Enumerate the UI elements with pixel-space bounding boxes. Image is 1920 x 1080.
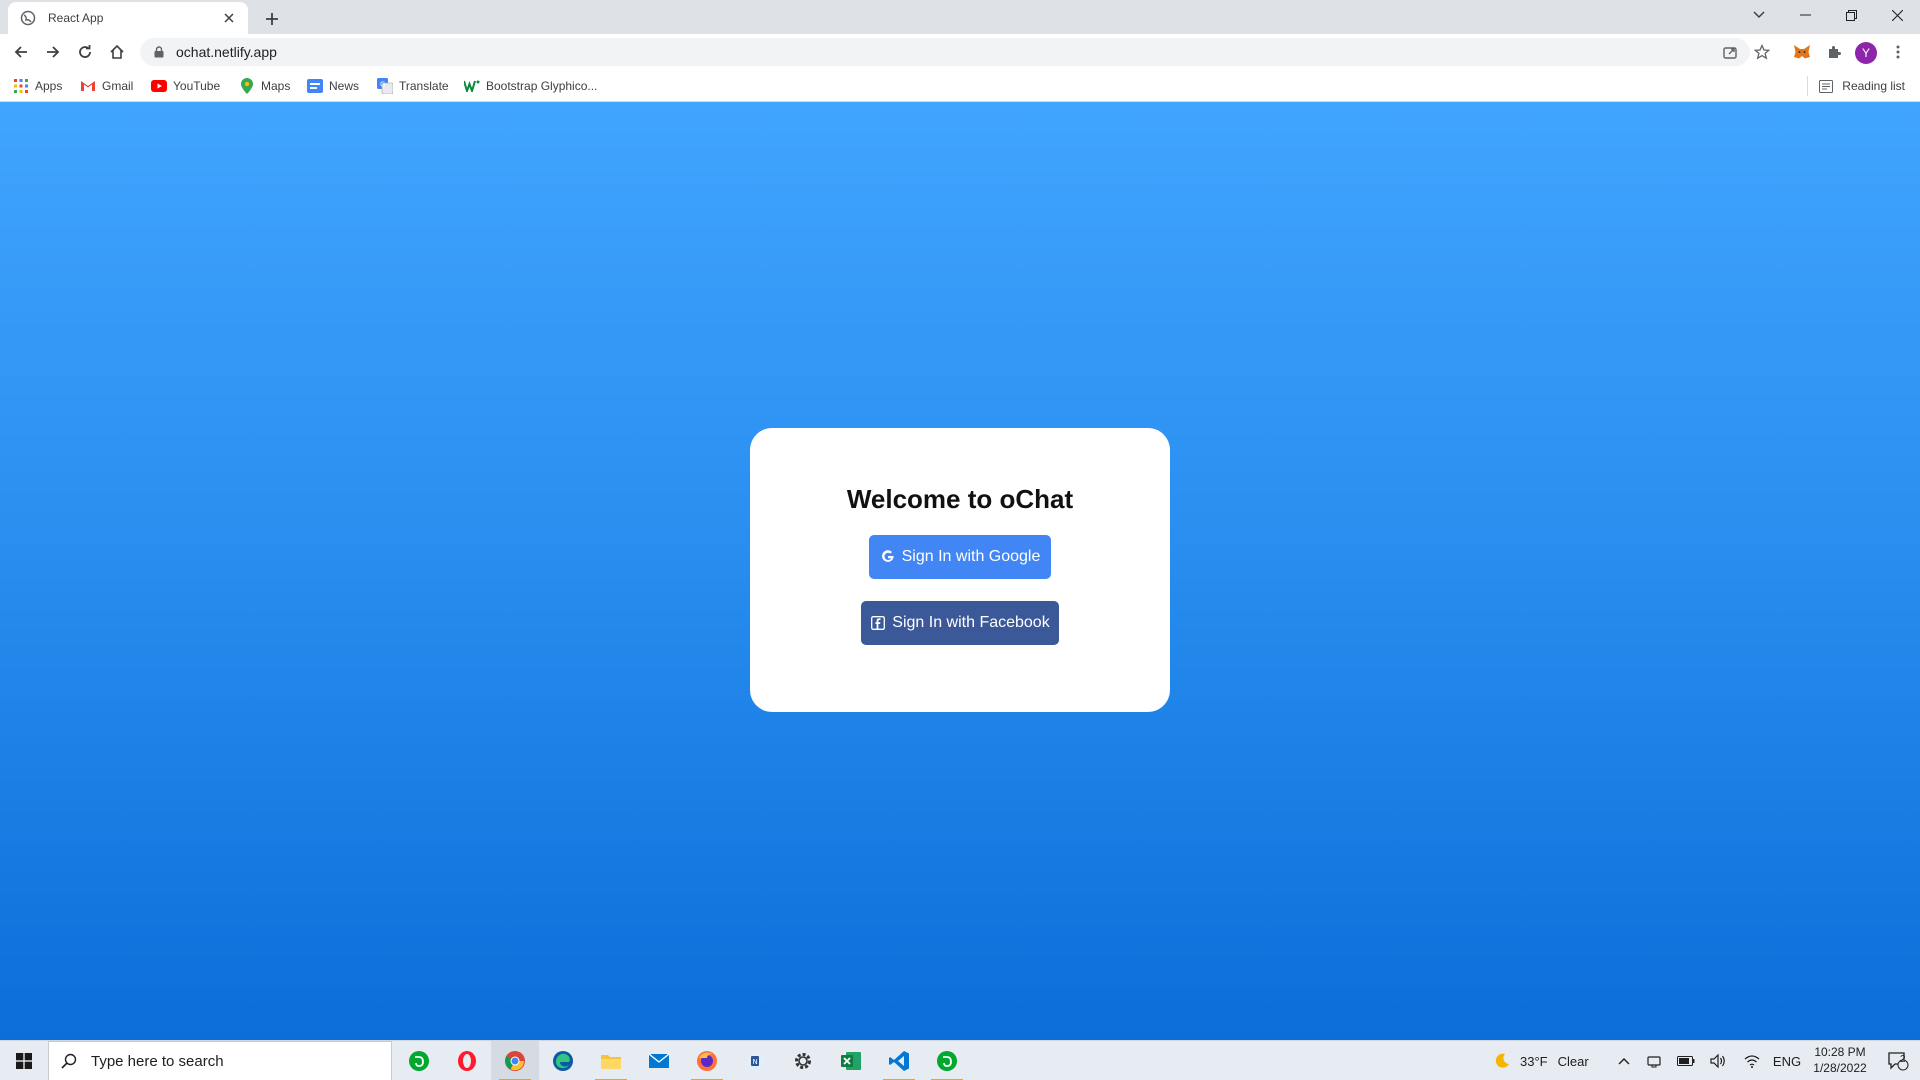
reading-list-icon bbox=[1818, 78, 1834, 94]
svg-text:N: N bbox=[753, 1058, 758, 1066]
browser-tab[interactable]: React App bbox=[8, 2, 248, 34]
address-bar[interactable]: ochat.netlify.app bbox=[140, 38, 1750, 66]
news-icon bbox=[307, 78, 323, 94]
search-icon bbox=[61, 1053, 77, 1069]
mail-taskbar-icon[interactable] bbox=[635, 1041, 683, 1080]
bookmark-star-icon[interactable] bbox=[1750, 40, 1774, 64]
globe-icon bbox=[20, 10, 36, 26]
meet-now-icon[interactable] bbox=[1642, 1041, 1666, 1080]
bookmark-translate[interactable]: G Translate bbox=[377, 76, 449, 96]
taskbar-search-box[interactable]: Type here to search bbox=[48, 1041, 392, 1080]
close-tab-icon[interactable] bbox=[220, 9, 238, 27]
excel-taskbar-icon[interactable] bbox=[827, 1041, 875, 1080]
google-sign-in-button[interactable]: Sign In with Google bbox=[869, 535, 1051, 579]
reading-list-label: Reading list bbox=[1842, 79, 1905, 93]
new-tab-icon[interactable] bbox=[258, 5, 286, 33]
bookmark-gmail[interactable]: Gmail bbox=[80, 76, 133, 96]
edge-taskbar-icon[interactable] bbox=[539, 1041, 587, 1080]
system-clock[interactable]: 10:28 PM 1/28/2022 bbox=[1800, 1044, 1880, 1076]
bookmark-label: Apps bbox=[35, 79, 63, 93]
facebook-sign-in-button[interactable]: Sign In with Facebook bbox=[861, 601, 1059, 645]
evernote-taskbar-icon[interactable] bbox=[395, 1041, 443, 1080]
back-arrow-icon[interactable] bbox=[7, 38, 35, 66]
menu-kebab-icon[interactable] bbox=[1886, 40, 1910, 64]
minimize-icon[interactable] bbox=[1782, 0, 1828, 30]
bookmark-label: Maps bbox=[261, 79, 291, 93]
battery-icon[interactable] bbox=[1674, 1041, 1698, 1080]
gmail-icon bbox=[80, 78, 96, 94]
bookmarks-bar: Apps Gmail YouTube Maps News G Translate bbox=[0, 70, 1920, 102]
windows-start-icon[interactable] bbox=[0, 1041, 48, 1080]
url-text[interactable]: ochat.netlify.app bbox=[176, 44, 277, 60]
translate-icon: G bbox=[377, 78, 393, 94]
restore-icon[interactable] bbox=[1828, 0, 1874, 30]
tab-strip: React App bbox=[0, 0, 1920, 34]
bookmark-label: Bootstrap Glyphico... bbox=[486, 79, 598, 93]
chevron-up-icon[interactable] bbox=[1612, 1041, 1636, 1080]
page-title: Welcome to oChat bbox=[846, 484, 1074, 514]
clock-time: 10:28 PM bbox=[1814, 1045, 1866, 1059]
reading-list-button[interactable]: Reading list bbox=[1807, 76, 1905, 96]
home-icon[interactable] bbox=[103, 38, 131, 66]
bookmark-apps[interactable]: Apps bbox=[13, 76, 62, 96]
apps-grid-icon bbox=[13, 78, 29, 94]
facebook-sign-in-label: Sign In with Facebook bbox=[892, 614, 1050, 631]
svg-text:G: G bbox=[380, 81, 385, 89]
profile-avatar[interactable]: Y bbox=[1855, 42, 1877, 64]
bootstrap-w-icon bbox=[464, 78, 480, 94]
language-indicator[interactable]: ENG bbox=[1770, 1041, 1804, 1080]
weather-desc: Clear bbox=[1557, 1053, 1589, 1069]
moon-icon bbox=[1494, 1053, 1510, 1069]
bookmark-label: News bbox=[329, 79, 360, 93]
metamask-extension-icon[interactable] bbox=[1790, 40, 1814, 64]
opera-taskbar-icon[interactable] bbox=[443, 1041, 491, 1080]
youtube-icon bbox=[151, 78, 167, 94]
reload-icon[interactable] bbox=[71, 38, 99, 66]
vscode-taskbar-icon[interactable] bbox=[875, 1041, 923, 1080]
bookmark-bootstrap[interactable]: Bootstrap Glyphico... bbox=[464, 76, 597, 96]
search-placeholder: Type here to search bbox=[91, 1052, 224, 1070]
notification-count: 2 bbox=[1900, 1054, 1906, 1065]
extensions-puzzle-icon[interactable] bbox=[1822, 40, 1846, 64]
bookmark-news[interactable]: News bbox=[307, 76, 359, 96]
app-taskbar-icon[interactable]: N bbox=[731, 1041, 779, 1080]
maps-icon bbox=[239, 78, 255, 94]
weather-temp: 33°F bbox=[1520, 1053, 1548, 1069]
forward-arrow-icon[interactable] bbox=[39, 38, 67, 66]
lock-icon[interactable] bbox=[152, 45, 166, 59]
bookmark-maps[interactable]: Maps bbox=[239, 76, 290, 96]
settings-gear-taskbar-icon[interactable] bbox=[779, 1041, 827, 1080]
tab-search-chevron-icon[interactable] bbox=[1736, 0, 1782, 30]
bookmark-label: Gmail bbox=[102, 79, 134, 93]
google-icon bbox=[880, 549, 896, 565]
clock-date: 1/28/2022 bbox=[1813, 1061, 1867, 1075]
evernote-taskbar-icon[interactable] bbox=[923, 1041, 971, 1080]
windows-taskbar: Type here to search N 33°F Clear ENG 10:… bbox=[0, 1040, 1920, 1080]
volume-icon[interactable] bbox=[1706, 1041, 1730, 1080]
share-icon[interactable] bbox=[1718, 40, 1742, 64]
bookmark-youtube[interactable]: YouTube bbox=[151, 76, 220, 96]
browser-toolbar: ochat.netlify.app Y bbox=[0, 34, 1920, 70]
notification-center-icon[interactable]: 2 bbox=[1878, 1041, 1918, 1080]
chrome-taskbar-icon[interactable] bbox=[491, 1041, 539, 1080]
tab-title: React App bbox=[48, 11, 104, 25]
file-explorer-taskbar-icon[interactable] bbox=[587, 1041, 635, 1080]
login-card: Welcome to oChat Sign In with Google Sig… bbox=[750, 428, 1170, 712]
firefox-taskbar-icon[interactable] bbox=[683, 1041, 731, 1080]
bookmark-label: YouTube bbox=[173, 79, 221, 93]
bookmark-label: Translate bbox=[399, 79, 449, 93]
facebook-icon bbox=[870, 615, 886, 631]
network-wifi-icon[interactable] bbox=[1740, 1041, 1764, 1080]
google-sign-in-label: Sign In with Google bbox=[901, 548, 1041, 565]
close-window-icon[interactable] bbox=[1874, 0, 1920, 30]
page-background: Welcome to oChat Sign In with Google Sig… bbox=[0, 102, 1920, 1040]
